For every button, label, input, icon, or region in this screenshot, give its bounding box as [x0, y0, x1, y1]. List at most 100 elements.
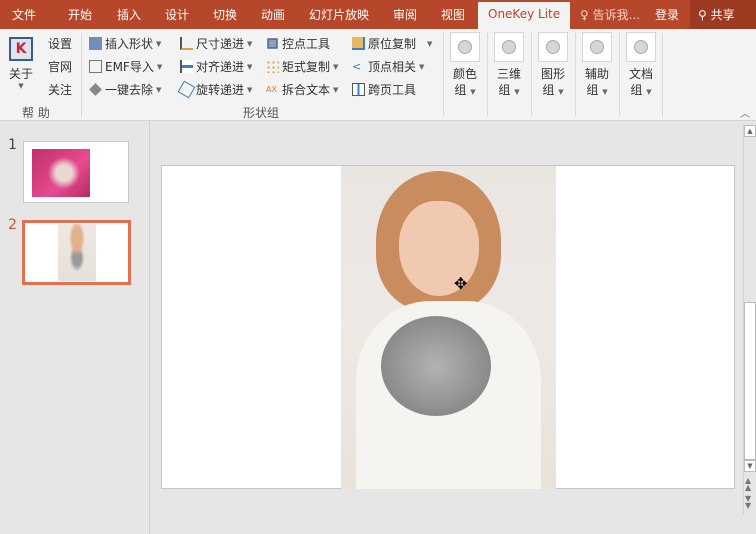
- vertex-related-button[interactable]: < 顶点相关 ▼: [352, 58, 424, 75]
- chevron-down-icon: ▼: [247, 85, 253, 94]
- slide-thumbnail-2[interactable]: [22, 220, 131, 285]
- handle-icon: [267, 38, 278, 49]
- divider: [619, 33, 620, 117]
- label: 拆合文本: [282, 83, 331, 97]
- label: 文档: [628, 67, 653, 81]
- share-label: 共享: [710, 8, 735, 22]
- handle-tool-button[interactable]: 控点工具: [266, 35, 330, 52]
- circle-icon: [582, 32, 612, 62]
- label: 矩式复制: [282, 60, 331, 74]
- circle-icon: [626, 32, 656, 62]
- vertical-scrollbar[interactable]: ▲ ▼ ▲ ▲ ▼ ▼: [743, 125, 756, 515]
- rotate-progression-button[interactable]: 旋转递进 ▼: [177, 80, 253, 99]
- tab-animations[interactable]: 动画: [261, 6, 285, 23]
- matrix-icon: [266, 60, 279, 73]
- move-cursor-icon: ✥: [454, 274, 468, 293]
- scroll-thumb[interactable]: [744, 302, 756, 460]
- divider: [81, 33, 82, 117]
- size-progression-button[interactable]: 尺寸递进 ▼: [180, 35, 252, 52]
- ribbon-tab-bar: 文件 开始 插入 设计 切换 动画 幻灯片放映 审阅 视图 OneKey Lit…: [0, 0, 756, 29]
- divider: [487, 33, 488, 117]
- tab-design[interactable]: 设计: [165, 6, 189, 23]
- follow-button[interactable]: 关注: [48, 81, 72, 98]
- align-progression-button[interactable]: 对齐递进 ▼: [180, 58, 252, 75]
- next-slide-icon[interactable]: ▼ ▼: [745, 495, 751, 510]
- chevron-down-icon: ▼: [247, 39, 253, 48]
- label-2: 组 ▼: [454, 83, 476, 97]
- tab-onekey-lite[interactable]: OneKey Lite: [478, 2, 571, 29]
- lightbulb-icon: ♀: [580, 8, 589, 22]
- label: 一键去除: [105, 83, 154, 97]
- label: 尺寸递进: [196, 37, 245, 51]
- chevron-down-icon: ▼: [156, 62, 163, 71]
- rabbit: [381, 316, 491, 416]
- tab-insert[interactable]: 插入: [117, 6, 141, 23]
- copy-icon: [352, 37, 365, 50]
- circle-icon: [538, 32, 568, 62]
- circle-icon: [494, 32, 524, 62]
- chevron-down-icon: ▼: [18, 82, 24, 90]
- label-2: 组 ▼: [542, 83, 564, 97]
- emf-icon: [89, 60, 102, 73]
- emf-import-button[interactable]: EMF导入 ▼: [89, 58, 162, 75]
- slide-thumbnail-panel: 1 2: [0, 121, 150, 534]
- about-button[interactable]: K 关于 ▼: [6, 37, 36, 90]
- divider: [531, 33, 532, 117]
- label: 辅助: [584, 67, 609, 81]
- help-group-label: 帮 助: [22, 106, 50, 120]
- settings-button[interactable]: 设置: [48, 35, 72, 52]
- chevron-down-icon: ▼: [156, 85, 162, 94]
- split-merge-text-button[interactable]: AX 拆合文本 ▼: [266, 81, 338, 98]
- tell-me-text: 告诉我...: [592, 8, 641, 22]
- size-icon: [180, 37, 193, 50]
- tab-file[interactable]: 文件: [12, 6, 36, 23]
- shape-group-label: 形状组: [243, 106, 280, 120]
- cross-page-tool-button[interactable]: 跨页工具: [352, 81, 416, 98]
- slide-number: 2: [8, 217, 17, 233]
- eraser-icon: [89, 83, 102, 96]
- label-2: 组 ▼: [498, 83, 520, 97]
- tab-view[interactable]: 视图: [441, 6, 465, 23]
- tab-home[interactable]: 开始: [68, 6, 92, 23]
- label: 颜色: [452, 67, 477, 81]
- tell-me-search[interactable]: ♀ 告诉我...: [580, 6, 640, 23]
- tab-slideshow[interactable]: 幻灯片放映: [309, 6, 369, 23]
- divider: [575, 33, 576, 117]
- chevron-down-icon: ▼: [333, 85, 339, 94]
- divider: [443, 33, 444, 117]
- about-label: 关于: [8, 67, 33, 81]
- insert-shape-button[interactable]: 插入形状 ▼: [89, 35, 161, 52]
- shape-icon: [89, 37, 102, 50]
- matrix-copy-button[interactable]: 矩式复制 ▼: [266, 58, 338, 75]
- label-2: 组 ▼: [586, 83, 608, 97]
- page-icon: [352, 83, 365, 96]
- label: 原位复制: [368, 37, 417, 51]
- login-link[interactable]: 登录: [655, 6, 679, 23]
- slide-canvas[interactable]: ✥: [161, 165, 735, 489]
- thumbnail-image: [32, 149, 90, 197]
- in-place-copy-button[interactable]: 原位复制 ▼: [352, 35, 432, 52]
- collapse-ribbon-icon[interactable]: ︿: [740, 105, 750, 120]
- label: 跨页工具: [368, 83, 417, 97]
- divider: [662, 33, 663, 117]
- scroll-down-button[interactable]: ▼: [744, 460, 756, 472]
- slide-thumbnail-1[interactable]: [23, 141, 129, 203]
- slide-photo-girl-with-rabbit[interactable]: [341, 166, 556, 489]
- label: 对齐递进: [196, 60, 245, 74]
- website-button[interactable]: 官网: [48, 58, 72, 75]
- ribbon: K 关于 ▼ 设置 官网 关注 帮 助 插入形状 ▼ EMF导入 ▼ 一键去除 ▼ 尺…: [0, 29, 756, 121]
- one-click-remove-button[interactable]: 一键去除 ▼: [89, 81, 161, 98]
- thumbnail-image: [58, 224, 96, 281]
- label: EMF导入: [105, 60, 154, 74]
- circle-icon: [450, 32, 480, 62]
- scroll-up-button[interactable]: ▲: [744, 125, 756, 137]
- chevron-down-icon: ▼: [333, 62, 339, 71]
- tab-transitions[interactable]: 切换: [213, 6, 237, 23]
- label: 图形: [540, 67, 565, 81]
- chevron-down-icon: ▼: [427, 39, 433, 48]
- previous-slide-icon[interactable]: ▲ ▲: [745, 477, 751, 492]
- slide-number: 1: [8, 137, 17, 153]
- vertex-icon: <: [352, 60, 362, 73]
- share-button[interactable]: ⚲ 共享: [690, 0, 756, 29]
- tab-review[interactable]: 审阅: [393, 6, 417, 23]
